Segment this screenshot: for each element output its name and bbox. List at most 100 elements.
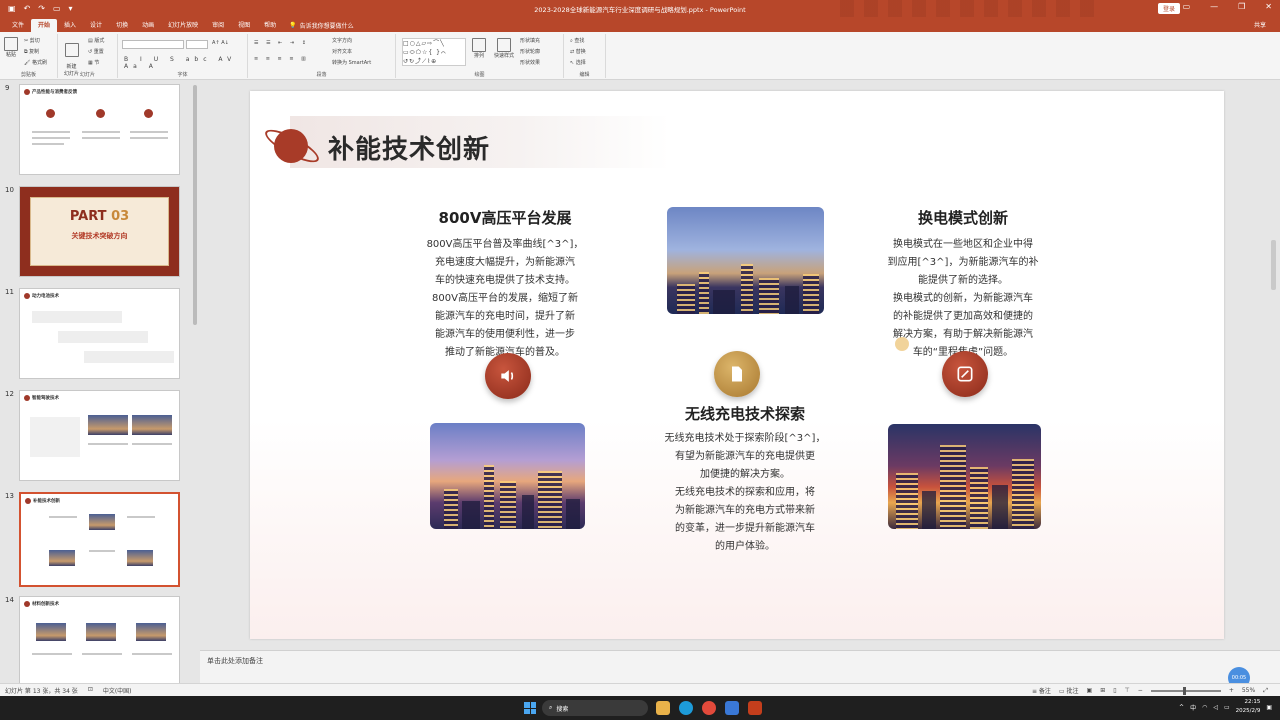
paste-button[interactable]: 粘贴 xyxy=(4,37,18,58)
zoom-slider-knob[interactable] xyxy=(1182,686,1186,695)
save-icon[interactable]: ▣ xyxy=(8,4,16,13)
notes-placeholder[interactable]: 单击此处添加备注 xyxy=(207,656,263,666)
tab-animations[interactable]: 动画 xyxy=(135,19,161,32)
slide-thumbnail-13[interactable]: 补能技术创新 xyxy=(19,492,180,587)
notification-icon[interactable]: ▣ xyxy=(1266,704,1272,711)
heading-wireless-charging[interactable]: 无线充电技术探索 xyxy=(650,403,840,424)
customize-icon[interactable]: ▾ xyxy=(69,4,73,13)
tab-design[interactable]: 设计 xyxy=(83,19,109,32)
input-language[interactable]: 中 xyxy=(1190,703,1196,712)
find-button[interactable]: ⌕ 查找 xyxy=(570,37,584,44)
slide-thumbnail-14[interactable]: 材料创新技术 xyxy=(19,596,180,683)
layout-button[interactable]: ▤ 版式 xyxy=(88,37,104,44)
thumbnail-line xyxy=(32,143,64,145)
language-indicator[interactable]: 中文(中国) xyxy=(103,686,132,695)
chevron-up-icon[interactable]: ^ xyxy=(1179,704,1184,711)
reset-button[interactable]: ↺ 重置 xyxy=(88,48,104,55)
edge-icon[interactable] xyxy=(679,701,693,715)
font-size-box[interactable] xyxy=(186,40,208,49)
tab-review[interactable]: 审阅 xyxy=(205,19,231,32)
text-line: 800V高压平台普及率曲线[^3^]， xyxy=(426,239,584,250)
file-explorer-icon[interactable] xyxy=(656,701,670,715)
slide-thumbnail-10[interactable]: PART 03 关键技术突破方向 xyxy=(19,186,180,277)
undo-icon[interactable]: ↶ xyxy=(24,4,31,13)
normal-view-icon[interactable]: ▣ xyxy=(1087,687,1093,694)
grow-font-icon[interactable]: A↑ A↓ xyxy=(212,40,229,46)
present-icon[interactable]: ▭ xyxy=(53,4,61,13)
text-wireless-charging[interactable]: 无线充电技术处于探索阶段[^3^]， 有望为新能源汽车的充电提供更 加便捷的解决… xyxy=(640,430,850,556)
thumbnail-line xyxy=(82,131,120,133)
smartart-button[interactable]: 转换为 SmartArt xyxy=(332,59,371,66)
slide-title[interactable]: 补能技术创新 xyxy=(328,129,490,166)
shapes-gallery[interactable]: □○△▱⇨⌒╲ ▭⬭⬠☆{ }⌒ ↺↻⤴⟋⌇⊕ xyxy=(402,38,466,66)
quick-styles-button[interactable]: 快速样式 xyxy=(494,38,514,59)
wifi-icon[interactable]: ◠ xyxy=(1202,704,1207,711)
share-button[interactable]: 共享 xyxy=(1254,19,1280,32)
font-name-box[interactable] xyxy=(122,40,184,49)
list-buttons[interactable]: ☰ ☰ ⇤ ⇥ ↕ xyxy=(254,40,309,46)
text-battery-swap[interactable]: 换电模式在一些地区和企业中得 到应用[^3^]，为新能源汽车的补 能提供了新的选… xyxy=(858,236,1068,362)
close-icon[interactable]: ✕ xyxy=(1265,2,1272,11)
comments-toggle[interactable]: ▭ 批注 xyxy=(1059,686,1079,695)
slide-thumbnail-12[interactable]: 智能驾驶技术 xyxy=(19,390,180,481)
tab-view[interactable]: 视图 xyxy=(231,19,257,32)
reading-view-icon[interactable]: ▯ xyxy=(1113,687,1116,694)
shape-effects-button[interactable]: 形状效果 xyxy=(520,59,540,66)
shape-fill-button[interactable]: 形状填充 xyxy=(520,37,540,44)
powerpoint-icon[interactable] xyxy=(748,701,762,715)
app-icon[interactable] xyxy=(725,701,739,715)
tab-transitions[interactable]: 切换 xyxy=(109,19,135,32)
arrange-button[interactable]: 排列 xyxy=(472,38,486,59)
font-format-buttons[interactable]: B I U S abc AV Aa A xyxy=(124,56,247,70)
city-skyline-photo-left[interactable] xyxy=(430,423,585,529)
text-direction-button[interactable]: 文字方向 xyxy=(332,37,352,44)
copy-button[interactable]: ⧉ 复制 xyxy=(24,48,39,55)
section-button[interactable]: ▦ 节 xyxy=(88,59,99,66)
tab-slideshow[interactable]: 幻灯片放映 xyxy=(161,19,205,32)
city-skyline-photo-center[interactable] xyxy=(667,207,824,314)
tab-insert[interactable]: 插入 xyxy=(57,19,83,32)
slide-sorter-icon[interactable]: ⊞ xyxy=(1100,687,1105,694)
volume-icon[interactable]: ◁ xyxy=(1213,704,1218,711)
heading-800v[interactable]: 800V高压平台发展 xyxy=(410,207,600,228)
city-night-photo-right[interactable] xyxy=(888,424,1041,529)
notes-toggle[interactable]: ≡ 备注 xyxy=(1032,686,1051,695)
windows-start-icon[interactable] xyxy=(524,702,536,714)
slideshow-icon[interactable]: ⊤ xyxy=(1125,687,1130,694)
taskbar-clock[interactable]: 22:15 2025/2/9 xyxy=(1236,698,1261,716)
align-buttons[interactable]: ≡ ≡ ≡ ≡ ▥ xyxy=(254,56,309,62)
heading-battery-swap[interactable]: 换电模式创新 xyxy=(868,207,1058,228)
redo-icon[interactable]: ↷ xyxy=(38,4,45,13)
battery-icon[interactable]: ▭ xyxy=(1224,704,1230,711)
zoom-level[interactable]: 55% xyxy=(1242,687,1255,694)
thumbnail-scrollbar[interactable] xyxy=(193,85,197,325)
shape-outline-button[interactable]: 形状轮廓 xyxy=(520,48,540,55)
format-painter-button[interactable]: 🖌 格式刷 xyxy=(24,59,47,66)
text-800v[interactable]: 800V高压平台普及率曲线[^3^]， 充电速度大幅提升，为新能源汽 车的快速充… xyxy=(400,236,610,362)
cut-button[interactable]: ✂ 剪切 xyxy=(24,37,40,44)
zoom-slider[interactable] xyxy=(1150,686,1221,695)
accessibility-icon[interactable]: ⊡ xyxy=(88,686,93,695)
login-button[interactable]: 登录 xyxy=(1157,3,1180,14)
tell-me-box[interactable]: 💡 告诉我你想要做什么 xyxy=(283,19,354,32)
align-text-button[interactable]: 对齐文本 xyxy=(332,48,352,55)
taskbar-search[interactable]: ⌕ 搜索 xyxy=(542,700,648,716)
replace-button[interactable]: ⇄ 替换 xyxy=(570,48,586,55)
vertical-scrollbar[interactable] xyxy=(1271,240,1276,290)
notes-pane[interactable]: 单击此处添加备注 00:05 xyxy=(200,650,1280,689)
tab-file[interactable]: 文件 xyxy=(5,19,31,32)
tab-help[interactable]: 帮助 xyxy=(257,19,283,32)
ribbon-display-icon[interactable]: ▭ xyxy=(1183,2,1191,11)
zoom-in-icon[interactable]: + xyxy=(1229,687,1234,694)
chrome-icon[interactable] xyxy=(702,701,716,715)
text-line: 有望为新能源汽车的充电提供更 xyxy=(675,451,815,462)
restore-icon[interactable]: ❐ xyxy=(1238,2,1245,11)
minimize-icon[interactable]: — xyxy=(1210,2,1218,11)
current-slide[interactable]: 补能技术创新 800V高压平台发展 800V高压平台普及率曲线[^3^]， 充电… xyxy=(250,91,1224,639)
fit-slide-icon[interactable]: ⤢ xyxy=(1263,687,1268,695)
select-button[interactable]: ↖ 选择 xyxy=(570,59,586,66)
zoom-out-icon[interactable]: − xyxy=(1138,687,1143,694)
slide-thumbnail-11[interactable]: 动力电池技术 xyxy=(19,288,180,379)
tab-home[interactable]: 开始 xyxy=(31,19,58,32)
slide-thumbnail-9[interactable]: 产品性能与消费者反馈 xyxy=(19,84,180,175)
